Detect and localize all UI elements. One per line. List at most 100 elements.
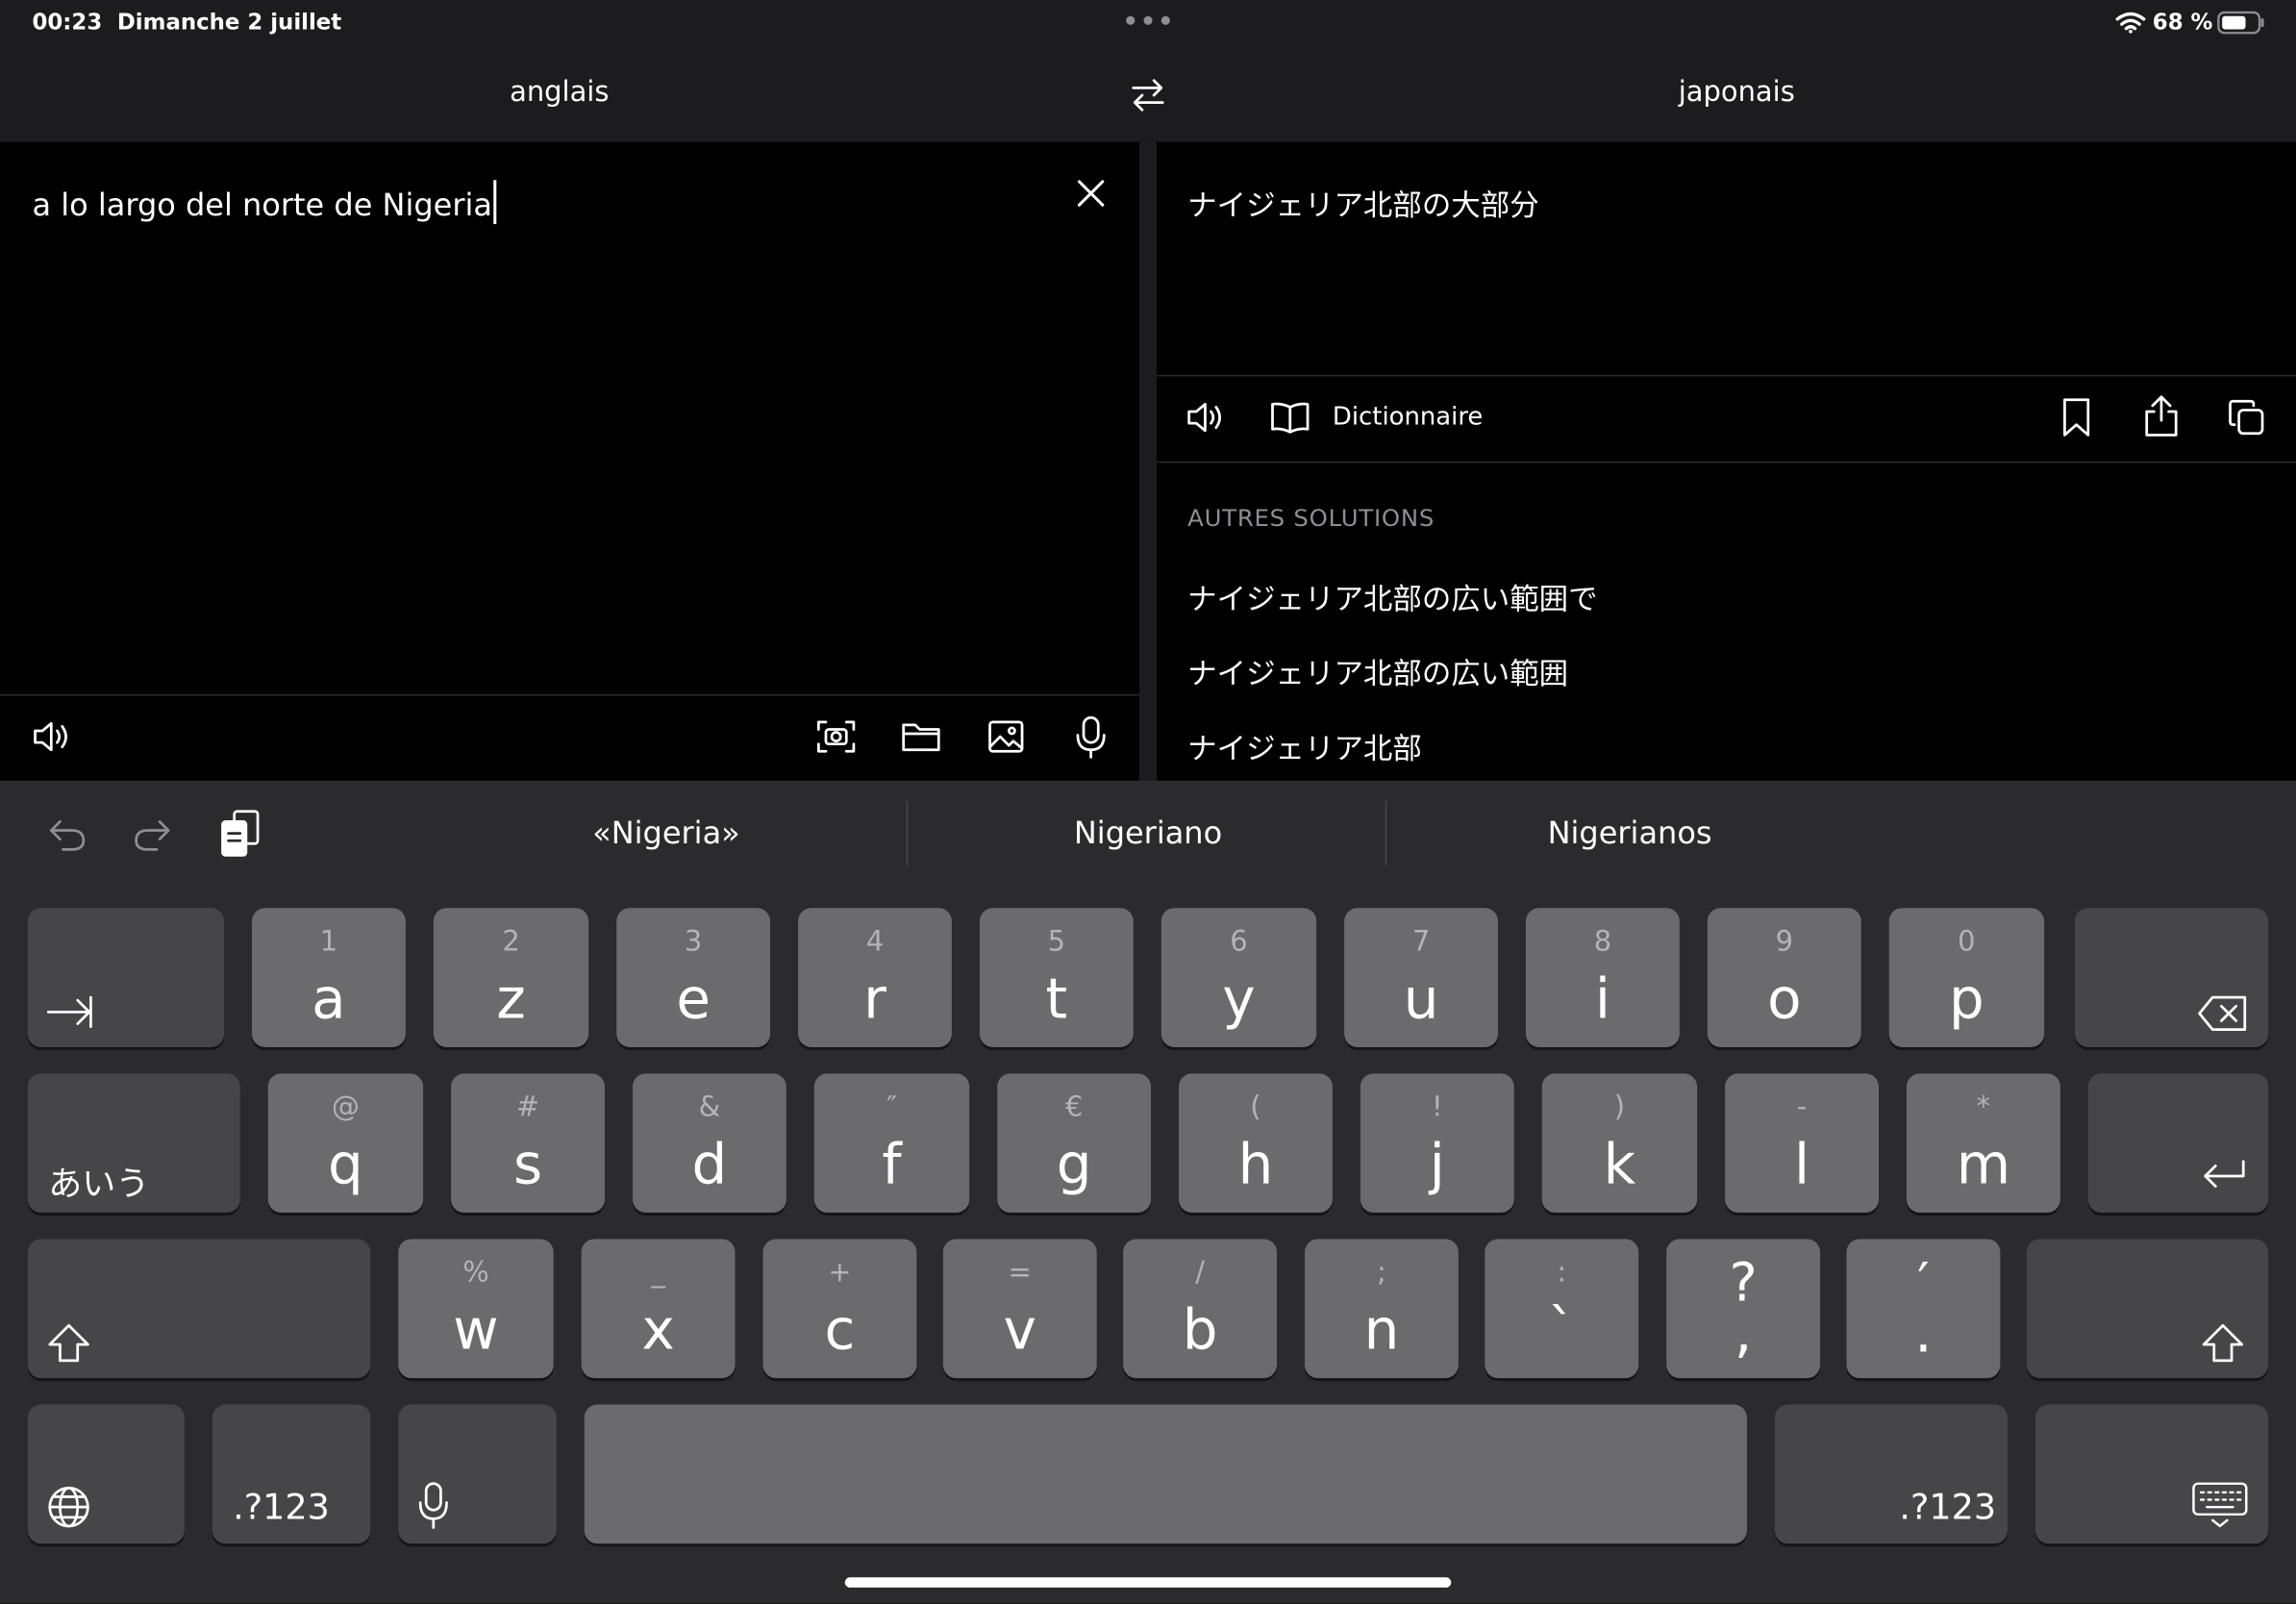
key-k[interactable]: ) k: [1541, 1073, 1698, 1214]
key-z[interactable]: 2z: [433, 908, 589, 1047]
share-icon[interactable]: [2142, 394, 2181, 439]
numbers-key-right[interactable]: .?123: [1774, 1404, 2009, 1544]
key-alt: 1: [319, 925, 338, 959]
key-alt: _: [651, 1256, 665, 1290]
key-label: `: [1547, 1297, 1576, 1363]
divider: [0, 693, 1139, 696]
globe-key[interactable]: [27, 1404, 185, 1544]
key-label: j: [1429, 1132, 1445, 1197]
key-t[interactable]: 5t: [979, 908, 1134, 1047]
suggestion-separator: [906, 801, 909, 866]
key-comma[interactable]: ?,: [1666, 1239, 1821, 1379]
copy-icon[interactable]: [2227, 398, 2265, 437]
key-alt: *: [1976, 1090, 1991, 1124]
key-u[interactable]: 7u: [1344, 908, 1499, 1047]
home-indicator[interactable]: [844, 1577, 1452, 1588]
key-alt: 5: [1047, 925, 1066, 959]
key-label: u: [1403, 966, 1439, 1032]
key-a[interactable]: 1a: [251, 908, 406, 1047]
delete-key[interactable]: [2075, 908, 2269, 1047]
undo-icon[interactable]: [45, 813, 89, 854]
key-h[interactable]: (h: [1179, 1073, 1333, 1214]
translation-text: ナイジェリア北部の大部分: [1187, 187, 1539, 223]
key-y[interactable]: 6y: [1160, 908, 1317, 1047]
keyboard: «Nigeria» Nigeriano Nigerianos 1a 2z 3e …: [0, 780, 2296, 1604]
swap-languages-icon[interactable]: [1128, 76, 1169, 114]
key-n[interactable]: ; n: [1304, 1239, 1459, 1379]
key-e[interactable]: 3e: [616, 908, 771, 1047]
divider: [1157, 461, 2296, 464]
dictation-key[interactable]: [398, 1404, 557, 1544]
space-bar[interactable]: [584, 1404, 1747, 1544]
kana-key[interactable]: あいう: [27, 1073, 240, 1214]
source-language-button[interactable]: anglais: [339, 76, 779, 109]
alternative-translation[interactable]: ナイジェリア北部の広い範囲で: [1187, 576, 1597, 618]
key-b[interactable]: / b: [1123, 1239, 1278, 1379]
target-language-button[interactable]: japonais: [1517, 76, 1957, 109]
key-w[interactable]: % w: [398, 1239, 554, 1379]
key-alt: 6: [1230, 925, 1248, 959]
key-alt: :: [1557, 1256, 1567, 1290]
dictionary-button[interactable]: Dictionnaire: [1269, 398, 1488, 439]
bookmark-icon[interactable]: [2060, 397, 2093, 439]
key-l[interactable]: -l: [1725, 1073, 1880, 1214]
key-alt: /: [1195, 1256, 1205, 1290]
source-text-input[interactable]: a lo largo del norte de Nigeria: [33, 180, 497, 225]
key-alt: €: [1064, 1090, 1084, 1124]
key-i[interactable]: 8i: [1525, 908, 1680, 1047]
camera-scan-icon[interactable]: [815, 717, 857, 756]
suggestion[interactable]: Nigerianos: [1439, 815, 1820, 851]
key-alt: +: [828, 1256, 852, 1290]
tab-key[interactable]: [27, 908, 225, 1047]
key-label: g: [1056, 1132, 1092, 1197]
key-v[interactable]: = v: [942, 1239, 1097, 1379]
microphone-icon: [416, 1481, 452, 1531]
key-c[interactable]: + c: [762, 1239, 917, 1379]
key-period[interactable]: ′.: [1846, 1239, 2001, 1379]
speaker-icon[interactable]: [31, 717, 72, 756]
key-m[interactable]: * m: [1906, 1073, 2060, 1214]
numbers-key[interactable]: .?123: [212, 1404, 371, 1544]
redo-icon[interactable]: [131, 813, 175, 854]
dictionary-label: Dictionnaire: [1332, 402, 1484, 433]
key-s[interactable]: # s: [451, 1073, 605, 1214]
key-d[interactable]: & d: [632, 1073, 786, 1214]
shift-key[interactable]: [27, 1239, 371, 1379]
photo-icon[interactable]: [986, 717, 1027, 756]
suggestion[interactable]: Nigeriano: [958, 815, 1338, 851]
key-j[interactable]: ! j: [1360, 1073, 1514, 1214]
alternative-translation[interactable]: ナイジェリア北部: [1187, 725, 1422, 767]
hide-keyboard-key[interactable]: [2034, 1404, 2269, 1544]
key-q[interactable]: @ q: [267, 1073, 424, 1214]
text-caret: [493, 180, 497, 225]
hide-keyboard-icon: [2190, 1481, 2249, 1531]
pane-divider[interactable]: [1138, 141, 1158, 781]
speaker-icon[interactable]: [1185, 398, 1226, 437]
key-f[interactable]: ″ f: [813, 1073, 970, 1214]
key-o[interactable]: 9o: [1707, 908, 1861, 1047]
source-pane: a lo largo del norte de Nigeria: [0, 141, 1139, 781]
key-label: d: [691, 1132, 728, 1197]
key-r[interactable]: 4r: [798, 908, 952, 1047]
key-backtick[interactable]: : `: [1485, 1239, 1639, 1379]
key-label: x: [641, 1297, 675, 1363]
close-icon[interactable]: [1075, 177, 1108, 210]
dictionary-book-icon: [1269, 400, 1310, 436]
key-label: k: [1603, 1132, 1636, 1197]
key-label: w: [453, 1297, 499, 1363]
folder-icon[interactable]: [901, 717, 942, 756]
microphone-icon[interactable]: [1070, 714, 1111, 759]
return-key[interactable]: [2087, 1073, 2269, 1214]
key-x[interactable]: _ x: [581, 1239, 736, 1379]
key-label: p: [1949, 966, 1984, 1032]
key-label: o: [1767, 966, 1802, 1032]
key-g[interactable]: € g: [997, 1073, 1152, 1214]
shift-key-right[interactable]: [2026, 1239, 2269, 1379]
alternative-translation[interactable]: ナイジェリア北部の広い範囲: [1187, 650, 1568, 692]
paste-icon[interactable]: [218, 807, 262, 860]
key-alt: !: [1432, 1090, 1443, 1124]
multitasking-dots-icon[interactable]: [1126, 15, 1170, 28]
suggestion[interactable]: «Nigeria»: [476, 815, 857, 851]
key-label: l: [1794, 1132, 1810, 1197]
key-p[interactable]: 0p: [1888, 908, 2045, 1047]
